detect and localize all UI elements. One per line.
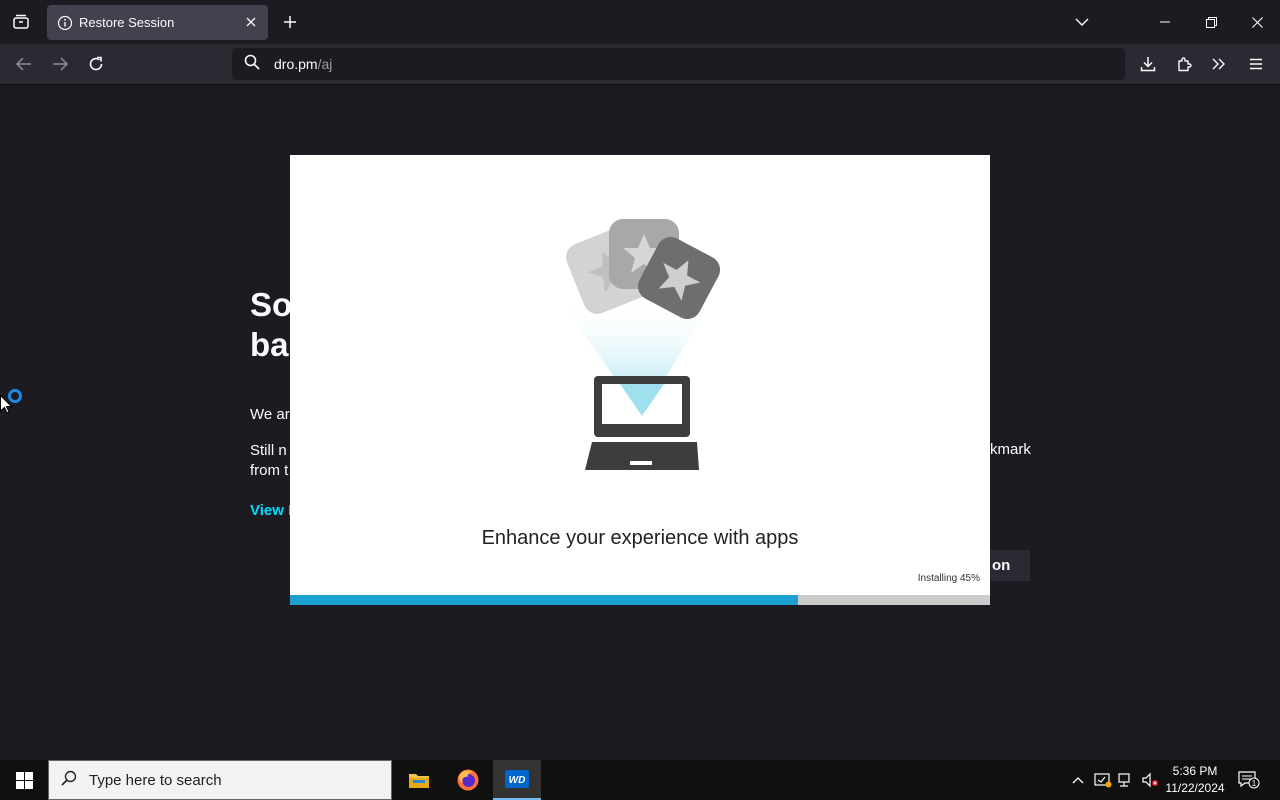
back-arrow-icon[interactable] [8,48,40,80]
install-status-text: Installing 45% [917,573,980,584]
list-tabs-chevron-icon[interactable] [1059,0,1105,44]
install-dialog: Enhance your experience with apps Instal… [290,155,990,605]
taskbar-clock[interactable]: 5:36 PM 11/22/2024 [1162,763,1228,797]
clock-date: 11/22/2024 [1165,781,1225,795]
new-tab-plus-icon[interactable] [276,8,304,36]
more-tools-chevrons-icon[interactable] [1203,48,1235,80]
wd-app-label: WD [509,775,526,786]
navigation-toolbar: dro.pm/aj [0,44,1280,85]
notification-center-icon[interactable]: 1 [1238,770,1260,790]
page-paragraph-fragment: kmark [990,441,1031,458]
page-heading: So ba [250,285,292,365]
dialog-title: Enhance your experience with apps [481,527,799,549]
address-bar[interactable]: dro.pm/aj [232,48,1125,80]
page-paragraph-1: We ar [250,406,290,423]
page-paragraph-2-line2: from t [250,462,289,479]
taskbar-search-placeholder: Type here to search [89,771,222,789]
show-hidden-icons-chevron-icon[interactable] [1068,770,1088,790]
tab-restore-session[interactable]: Restore Session [47,5,268,40]
mouse-cursor-icon [0,394,13,419]
forward-arrow-icon[interactable] [44,48,76,80]
url-text: dro.pm/aj [274,56,332,72]
laptop-icon [585,376,699,470]
url-host: dro.pm [274,56,318,72]
taskbar-search-box[interactable]: Type here to search [48,760,392,800]
page-paragraph-2: Still n from t [250,441,288,481]
install-progress-fill [290,595,798,605]
clock-time: 5:36 PM [1172,764,1218,778]
page-paragraph-2-line1: Still n [250,442,287,459]
windows-taskbar: Type here to search WD 5:36 PM 11/22/202… [0,760,1280,800]
wd-app-icon[interactable]: WD [493,760,541,800]
page-action-button[interactable]: on [990,550,1030,581]
downloads-icon[interactable] [1132,48,1164,80]
restore-window-icon[interactable] [1188,0,1234,44]
install-progress-bar [290,595,990,605]
reload-icon[interactable] [80,48,112,80]
close-window-icon[interactable] [1234,0,1280,44]
volume-muted-icon[interactable] [1140,770,1160,790]
tab-overview-icon[interactable] [0,0,42,44]
security-tray-icon[interactable] [1093,770,1113,790]
page-heading-line2: ba [250,326,289,363]
minimize-icon[interactable] [1142,0,1188,44]
tab-close-icon[interactable] [242,13,260,31]
page-heading-line1: So [250,286,293,323]
network-disconnected-icon[interactable] [1116,770,1136,790]
extensions-puzzle-icon[interactable] [1168,48,1200,80]
hamburger-menu-icon[interactable] [1240,48,1272,80]
tab-title: Restore Session [79,15,175,30]
url-path: /aj [317,56,333,72]
file-explorer-icon[interactable] [395,760,443,800]
info-icon [57,15,73,31]
windows-start-icon[interactable] [0,760,48,800]
taskbar-search-icon [61,770,77,791]
browser-titlebar: Restore Session [0,0,1280,44]
apps-illustration [560,219,721,470]
view-link[interactable]: View I [250,502,292,519]
firefox-icon[interactable] [444,760,492,800]
search-icon [244,54,260,75]
notification-count: 1 [1252,779,1257,788]
